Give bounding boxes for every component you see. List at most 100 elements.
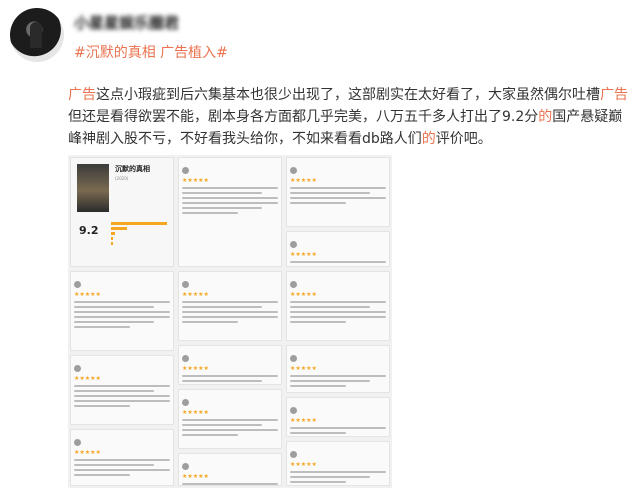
review-text-line [74, 321, 154, 323]
review-screenshot-collage[interactable]: 沉默的真相 (2020) 9.2 ★★★★★ ★★★★★ ★★★★★ ★★★★★ ★★★… [68, 155, 392, 488]
review-text-line [182, 483, 278, 485]
review-card: ★★★★★ [70, 355, 174, 425]
review-text-line [182, 207, 262, 209]
review-text-line [290, 385, 347, 387]
keyword-highlight: 的 [538, 109, 553, 125]
review-text-line [182, 306, 262, 308]
review-text-line [290, 476, 370, 478]
review-card: ★★★★★ [70, 429, 174, 486]
drama-poster [77, 164, 109, 212]
drama-info-card: 沉默的真相 (2020) 9.2 [70, 157, 174, 267]
review-text-line [182, 419, 278, 421]
review-card: ★★★★★ [178, 389, 282, 449]
review-text-line [74, 469, 170, 471]
avatar[interactable] [10, 8, 64, 62]
review-text-line [290, 306, 370, 308]
review-text-line [290, 471, 386, 473]
review-text-line [290, 481, 347, 483]
reviewer-avatar [182, 280, 189, 288]
review-text-line [182, 434, 239, 436]
review-text-line [182, 301, 278, 303]
reviewer-avatar [290, 280, 297, 288]
reviewer-avatar [290, 354, 297, 362]
review-text-line [74, 326, 131, 328]
review-text-line [182, 380, 262, 382]
review-text-line [290, 380, 370, 382]
review-text-line [290, 427, 386, 429]
star-rating-icon: ★★★★★ [182, 473, 209, 480]
drama-title: 沉默的真相 [115, 165, 150, 173]
star-rating-icon: ★★★★★ [74, 449, 101, 456]
review-text-line [182, 202, 278, 204]
review-text-line [182, 316, 278, 318]
reviewer-avatar [74, 280, 81, 288]
post-text-segment: 这点小瑕疵到后六集基本也很少出现了，这部剧实在太好看了，大家虽然偶尔吐槽 [96, 87, 600, 103]
reviewer-avatar [290, 450, 297, 458]
reviewer-avatar [74, 364, 81, 372]
review-text-line [182, 429, 278, 431]
reviewer-avatar [182, 398, 189, 406]
review-text-line [182, 424, 262, 426]
star-rating-icon: ★★★★★ [182, 365, 209, 372]
keyword-highlight: 的 [421, 131, 436, 147]
review-card: ★★★★★ [178, 453, 282, 486]
review-text-line [182, 187, 278, 189]
star-rating-icon: ★★★★★ [290, 417, 317, 424]
star-rating-icon: ★★★★★ [290, 461, 317, 468]
topic-tag[interactable]: #沉默的真相 广告植入# [74, 42, 228, 62]
reviewer-avatar [74, 438, 81, 446]
review-text-line [74, 316, 170, 318]
review-text-line [74, 301, 170, 303]
review-text-line [182, 197, 278, 199]
review-text-line [290, 321, 347, 323]
review-text-line [290, 311, 386, 313]
review-text-line [74, 390, 154, 392]
review-text-line [74, 474, 131, 476]
review-text-line [290, 261, 386, 263]
reviewer-avatar [182, 462, 189, 470]
star-rating-icon: ★★★★★ [290, 177, 317, 184]
review-text-line [290, 197, 386, 199]
star-rating-icon: ★★★★★ [290, 365, 317, 372]
post-text-segment: 评价吧。 [435, 131, 492, 147]
review-card: ★★★★★ [178, 271, 282, 341]
post-text: 广告这点小瑕疵到后六集基本也很少出现了，这部剧实在太好看了，大家虽然偶尔吐槽广告… [68, 84, 628, 150]
review-card: ★★★★★ [286, 157, 390, 227]
review-card: ★★★★★ [178, 345, 282, 385]
review-text-line [290, 192, 370, 194]
review-text-line [74, 464, 154, 466]
review-text-line [290, 432, 347, 434]
reviewer-avatar [182, 166, 189, 174]
review-text-line [74, 400, 170, 402]
review-text-line [74, 459, 170, 461]
reviewer-avatar [290, 166, 297, 174]
reviewer-avatar [182, 354, 189, 362]
post-header: 小星星娱乐圈君 #沉默的真相 广告植入# [10, 8, 630, 68]
review-text-line [74, 405, 131, 407]
username[interactable]: 小星星娱乐圈君 [74, 12, 179, 33]
review-text-line [182, 311, 278, 313]
review-text-line [290, 187, 386, 189]
review-text-line [74, 306, 154, 308]
review-text-line [182, 321, 239, 323]
review-text-line [182, 375, 278, 377]
review-card: ★★★★★ [286, 271, 390, 341]
review-card: ★★★★★ [286, 441, 390, 486]
keyword-highlight: 广告 [600, 87, 628, 103]
star-rating-icon: ★★★★★ [74, 375, 101, 382]
star-rating-icon: ★★★★★ [182, 177, 209, 184]
reviewer-avatar [290, 406, 297, 414]
review-text-line [290, 202, 347, 204]
review-card: ★★★★★ [286, 345, 390, 393]
review-text-line [74, 385, 170, 387]
review-text-line [290, 375, 386, 377]
review-card: ★★★★★ [286, 231, 390, 267]
review-text-line [290, 301, 386, 303]
star-rating-icon: ★★★★★ [182, 409, 209, 416]
review-card: ★★★★★ [178, 157, 282, 267]
review-text-line [290, 266, 346, 267]
review-card: ★★★★★ [70, 271, 174, 351]
reviewer-avatar [290, 240, 297, 248]
review-text-line [290, 316, 386, 318]
star-rating-icon: ★★★★★ [182, 291, 209, 298]
